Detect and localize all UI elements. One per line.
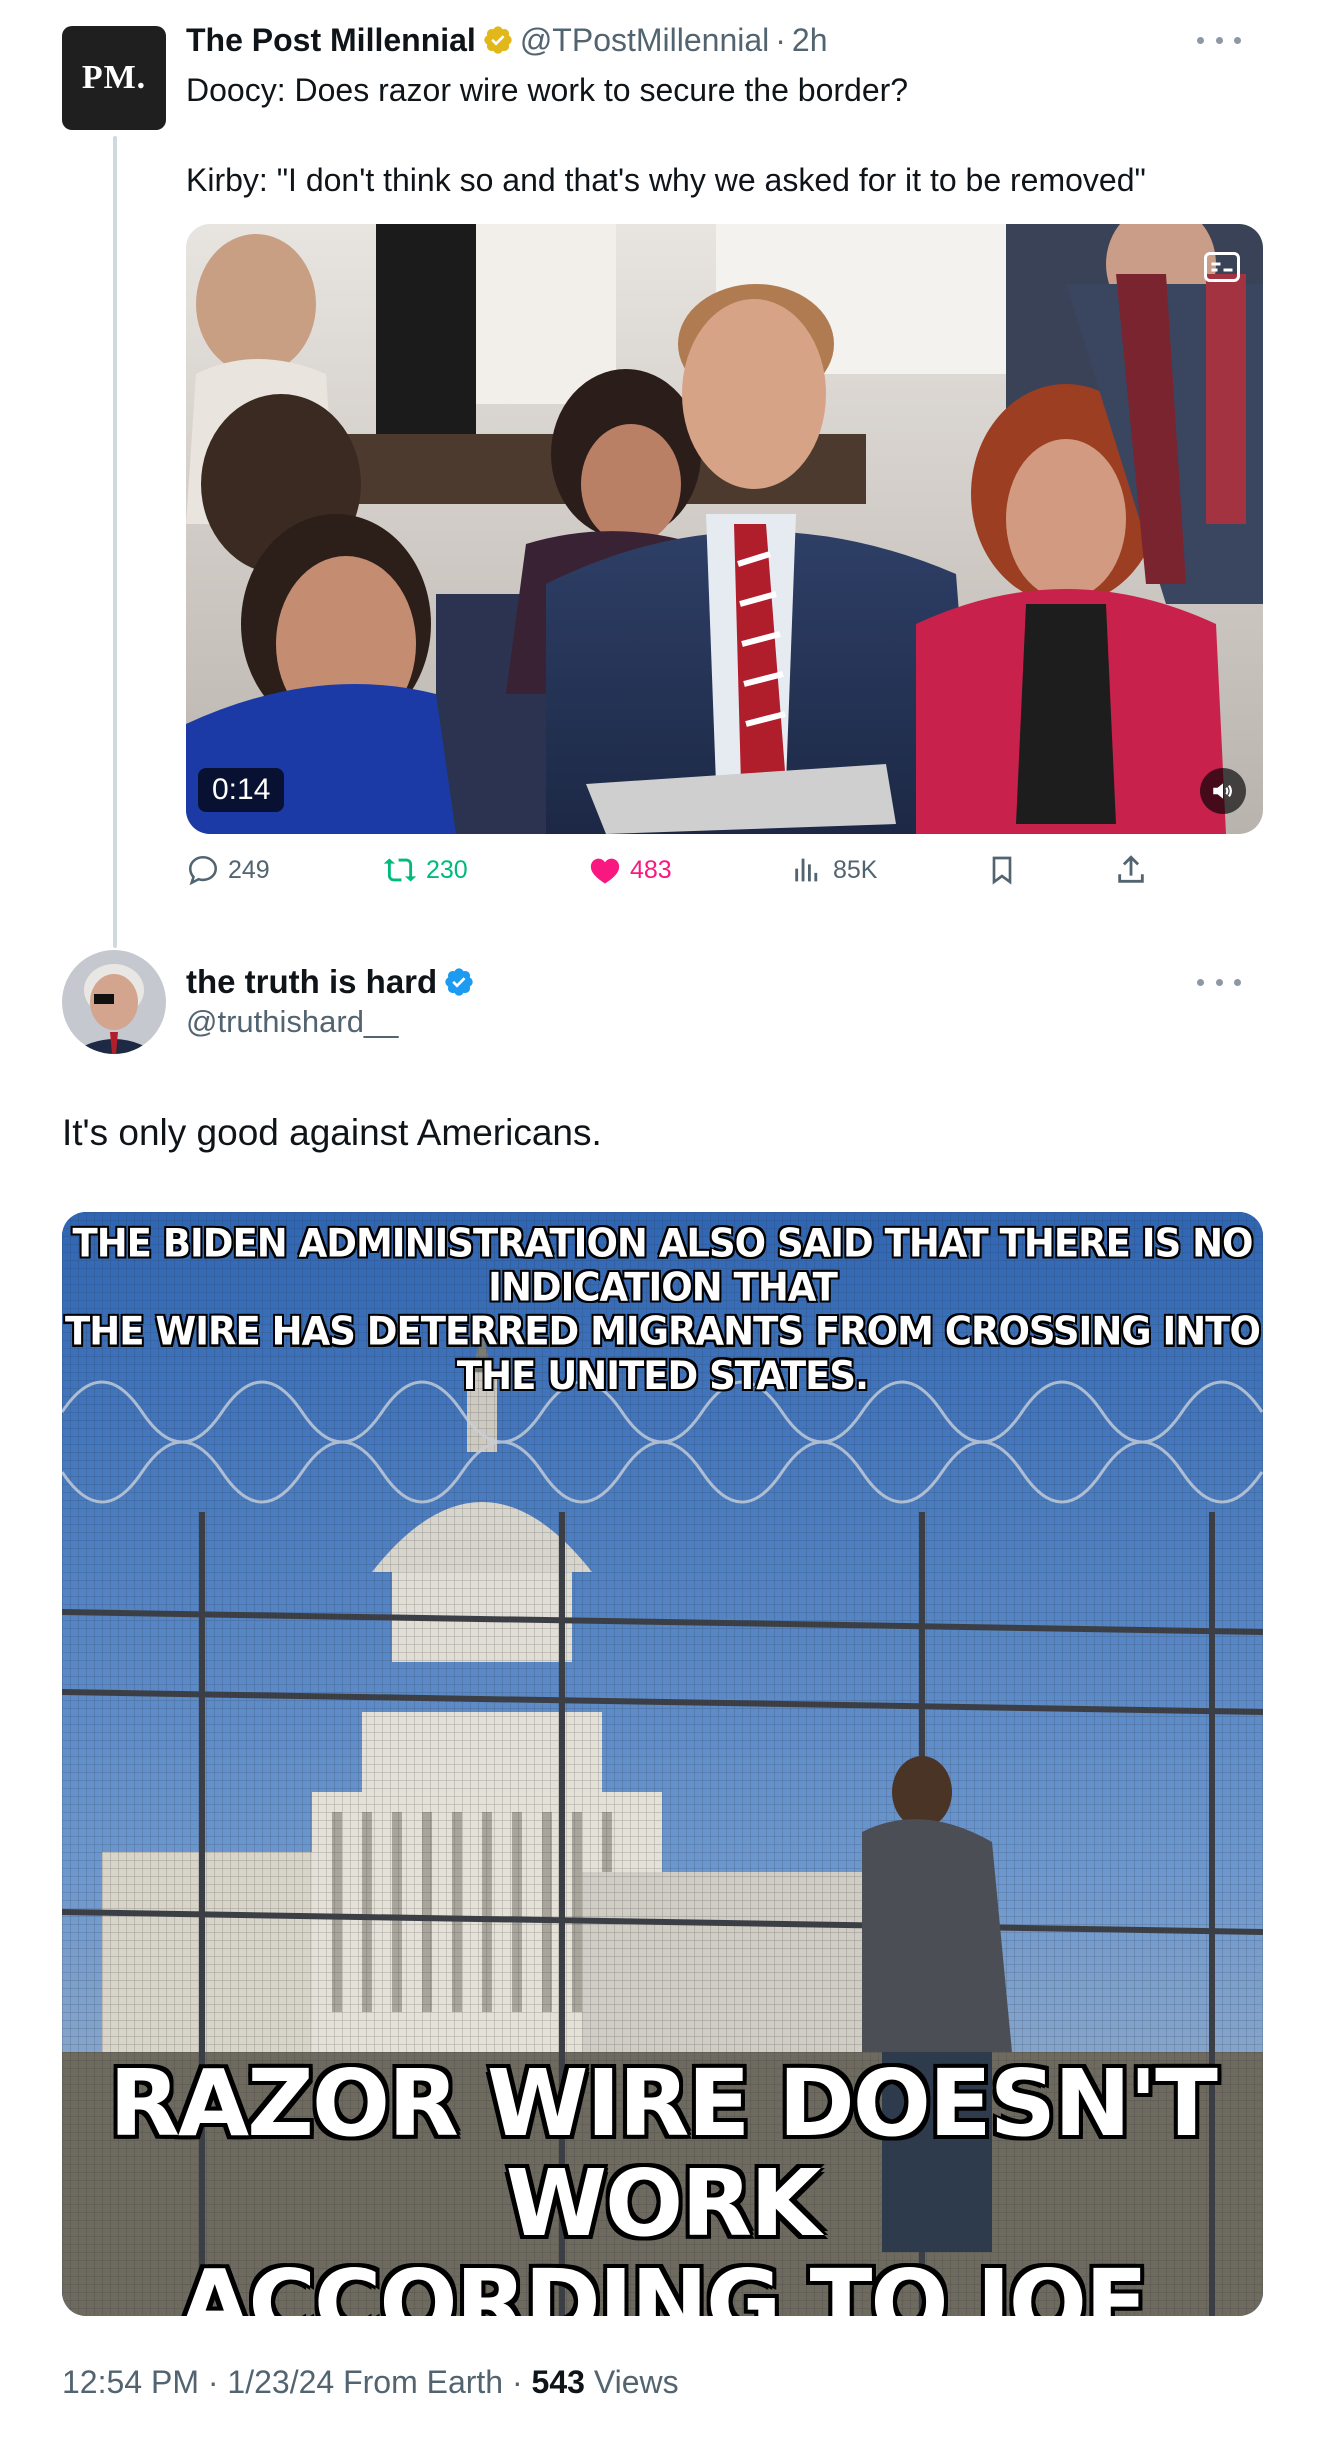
quoted-tweet-header: The Post Millennial @TPostMillennial · 2… (186, 18, 828, 62)
share-icon (1118, 855, 1144, 883)
main-author-name[interactable]: the truth is hard (186, 963, 437, 1001)
share-button[interactable] (1114, 848, 1156, 892)
views-icon (795, 858, 818, 882)
quoted-text-line2: Kirby: "I don't think so and that's why … (186, 162, 1146, 198)
tweet-views-label: Views (593, 2364, 679, 2400)
reply-button[interactable]: 249 (186, 848, 270, 892)
blue-verified-badge-icon (445, 968, 473, 996)
meme-image[interactable]: THE BIDEN ADMINISTRATION ALSO SAID THAT … (62, 1212, 1263, 2316)
reply-count: 249 (228, 855, 270, 884)
reply-icon (188, 855, 218, 886)
tweet-views-count: 543 (531, 2364, 585, 2400)
user-avatar[interactable] (62, 950, 166, 1054)
like-icon (590, 858, 620, 884)
tweet-time[interactable]: 12:54 PM (62, 2364, 199, 2400)
mute-icon[interactable] (1200, 768, 1246, 814)
meme-bottom-line2: ACCORDING TO JOE BIDEN (179, 2250, 1148, 2317)
repost-button[interactable]: 230 (382, 848, 468, 892)
video-frame (186, 224, 1263, 834)
tweet-date[interactable]: 1/23/24 (227, 2364, 334, 2400)
like-button[interactable]: 483 (588, 848, 672, 892)
repost-count: 230 (426, 855, 468, 884)
main-author-handle[interactable]: @truthishard__ (186, 1004, 398, 1040)
quoted-tweet-time[interactable]: 2h (792, 22, 828, 59)
main-more-icon[interactable] (1197, 972, 1241, 992)
quoted-author-name[interactable]: The Post Millennial (186, 22, 476, 59)
meme-top-line1: THE BIDEN ADMINISTRATION ALSO SAID THAT … (72, 1220, 1253, 1310)
caption-icon[interactable] (1204, 252, 1240, 282)
quoted-action-bar: 249 230 483 85K (186, 848, 1186, 892)
video-player[interactable] (186, 224, 1263, 834)
quoted-more-icon[interactable] (1197, 30, 1241, 50)
repost-icon (383, 858, 417, 882)
main-tweet-text: It's only good against Americans. (62, 1112, 602, 1153)
post-millennial-avatar[interactable]: PM. (62, 26, 166, 130)
header-separator: · (775, 21, 786, 58)
gold-verified-badge-icon (484, 26, 512, 54)
meme-top-caption: THE BIDEN ADMINISTRATION ALSO SAID THAT … (62, 1220, 1263, 1399)
tweet-source: From Earth (343, 2364, 504, 2400)
tweet-meta: 12:54 PM · 1/23/24 From Earth · 543 View… (62, 2364, 679, 2400)
meme-top-line2: THE WIRE HAS DETERRED MIGRANTS FROM CROS… (65, 1308, 1261, 1399)
thread-line (113, 136, 117, 948)
quoted-text-line1: Doocy: Does razor wire work to secure th… (186, 72, 909, 108)
main-author-line: the truth is hard (186, 960, 481, 1004)
bookmark-icon (992, 856, 1012, 885)
like-count: 483 (630, 855, 672, 884)
quoted-author-handle[interactable]: @TPostMillennial (520, 22, 769, 59)
meme-bottom-line1: RAZOR WIRE DOESN'T WORK (109, 2050, 1218, 2257)
meme-bottom-caption: RAZOR WIRE DOESN'T WORK ACCORDING TO JOE… (62, 2050, 1263, 2317)
views-count: 85K (833, 855, 878, 884)
bookmark-button[interactable] (986, 848, 1026, 892)
views-button[interactable]: 85K (791, 848, 877, 892)
avatar-image (62, 950, 166, 1054)
video-duration-badge: 0:14 (198, 768, 285, 812)
